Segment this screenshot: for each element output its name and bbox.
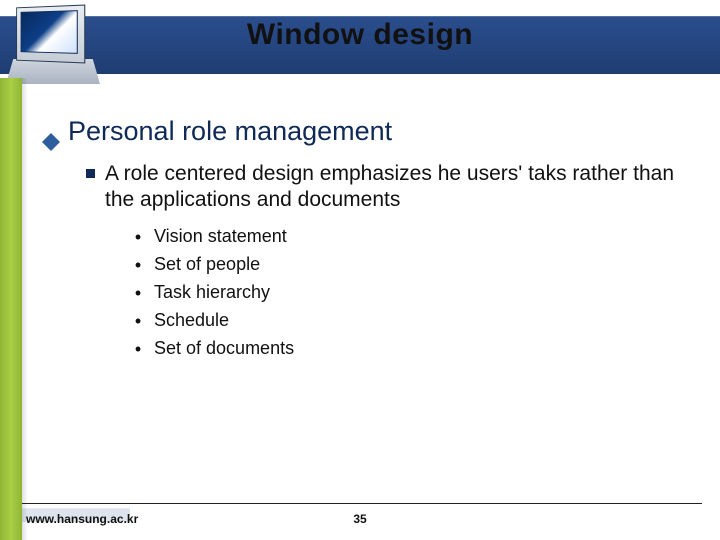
square-bullet-icon	[86, 169, 95, 178]
list-item: • Set of documents	[134, 338, 696, 360]
slide: Window design Personal role management A…	[0, 0, 720, 540]
subheading-row: A role centered design emphasizes he use…	[86, 161, 696, 212]
bullet-text: Task hierarchy	[154, 282, 270, 303]
heading-row: Personal role management	[42, 116, 696, 147]
bullet-list: • Vision statement • Set of people • Tas…	[134, 226, 696, 360]
heading-text: Personal role management	[68, 116, 392, 147]
dot-bullet-icon: •	[134, 310, 142, 332]
diamond-bullet-icon	[42, 124, 60, 142]
list-item: • Schedule	[134, 310, 696, 332]
left-accent-stripe	[0, 78, 22, 540]
slide-title: Window design	[0, 18, 720, 52]
dot-bullet-icon: •	[134, 282, 142, 304]
bullet-text: Set of people	[154, 254, 260, 275]
list-item: • Vision statement	[134, 226, 696, 248]
slide-number: 35	[0, 512, 720, 526]
bullet-text: Vision statement	[154, 226, 287, 247]
logo-monitor-icon	[6, 0, 100, 84]
dot-bullet-icon: •	[134, 226, 142, 248]
bullet-text: Schedule	[154, 310, 229, 331]
content-area: Personal role management A role centered…	[42, 116, 696, 480]
dot-bullet-icon: •	[134, 254, 142, 276]
dot-bullet-icon: •	[134, 338, 142, 360]
bullet-text: Set of documents	[154, 338, 294, 359]
footer-divider	[22, 503, 702, 504]
subheading-text: A role centered design emphasizes he use…	[105, 161, 695, 212]
list-item: • Set of people	[134, 254, 696, 276]
list-item: • Task hierarchy	[134, 282, 696, 304]
